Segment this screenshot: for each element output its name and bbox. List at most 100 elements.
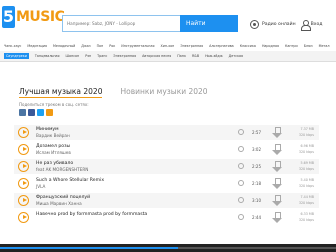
track-size: 5.69 MB xyxy=(300,161,315,165)
track-title[interactable]: Дозамел розы xyxy=(36,144,70,149)
logo-text: MUSIC xyxy=(16,9,65,25)
settings-icon[interactable] xyxy=(238,197,244,203)
track-size: 5.40 MB xyxy=(300,178,315,182)
header: 5 MUSIC Найти Радио онлайн Вход xyxy=(0,0,336,34)
track-duration: 3:02 xyxy=(252,147,261,152)
genre-row-1: Чанк-хаус Медитация Мелодичный Джаз Поп Рок Ин… xyxy=(0,41,336,51)
genre-link[interactable]: Инструментальная xyxy=(121,44,154,48)
track-title[interactable]: Французский поцелуй xyxy=(36,195,90,200)
player-progress-fill xyxy=(0,247,179,249)
track-bitrate: 320 kbps xyxy=(298,218,314,222)
twitter-icon[interactable] xyxy=(37,109,44,116)
play-icon[interactable] xyxy=(18,178,29,189)
logo-digit: 5 xyxy=(2,6,15,28)
genre-link[interactable]: Рэп xyxy=(85,54,91,58)
search-bar xyxy=(62,15,180,32)
track-bitrate: 320 kbps xyxy=(298,133,314,137)
track-row: Навечно prod by formmasta prod by formma… xyxy=(14,210,319,225)
genre-link[interactable]: Мелодичный xyxy=(53,44,75,48)
search-button[interactable]: Найти xyxy=(180,15,238,32)
play-icon[interactable] xyxy=(18,161,29,172)
genre-link[interactable]: Электронная xyxy=(113,54,136,58)
tab-new-music[interactable]: Новинки музыки 2020 xyxy=(120,86,207,98)
settings-icon[interactable] xyxy=(238,163,244,169)
track-artist[interactable]: JVLA xyxy=(36,184,45,189)
track-title[interactable]: Such a Whore Stellular Remix xyxy=(36,178,104,183)
genre-link[interactable]: Медитация xyxy=(27,44,47,48)
track-row: Не раз убивало feat AK MORGENSHTERN 2:25 5.… xyxy=(14,159,319,174)
login-link[interactable]: Вход xyxy=(311,22,323,27)
user-icon[interactable] xyxy=(300,19,311,31)
download-icon[interactable] xyxy=(272,195,282,206)
genre-link[interactable]: Народная xyxy=(262,44,279,48)
genre-link[interactable]: R&B xyxy=(192,54,199,58)
download-icon[interactable] xyxy=(272,178,282,189)
track-artist[interactable]: Миша Марвин Ханна xyxy=(36,201,82,206)
download-icon[interactable] xyxy=(272,161,282,172)
play-icon[interactable] xyxy=(18,212,29,223)
header-links: Радио онлайн Вход xyxy=(250,18,323,31)
track-title[interactable]: Не раз убивало xyxy=(36,161,73,166)
player-progress-bar[interactable] xyxy=(0,247,336,249)
genre-link[interactable]: Альтернатива xyxy=(209,44,234,48)
download-icon[interactable] xyxy=(272,212,282,223)
settings-icon[interactable] xyxy=(238,214,244,220)
track-bitrate: 320 kbps xyxy=(298,150,314,154)
share-label: Поделиться треком в соц. сетях: xyxy=(19,102,89,107)
track-artist[interactable]: feat AK MORGENSHTERN xyxy=(36,167,88,172)
track-bitrate: 320 kbps xyxy=(298,184,314,188)
tab-best-music[interactable]: Лучшая музыка 2020 xyxy=(19,86,103,98)
genre-link[interactable]: Танцевальная xyxy=(35,54,60,58)
genre-link[interactable]: Детская xyxy=(229,54,243,58)
genre-link[interactable]: Кантри xyxy=(285,44,298,48)
radio-online-link[interactable]: Радио онлайн xyxy=(262,22,296,27)
settings-icon[interactable] xyxy=(238,146,244,152)
genre-link[interactable]: Транс xyxy=(97,54,107,58)
track-size: 7.37 MB xyxy=(300,127,315,131)
track-duration: 2:44 xyxy=(252,215,261,220)
track-bitrate: 320 kbps xyxy=(298,167,314,171)
download-icon[interactable] xyxy=(272,127,282,138)
play-icon[interactable] xyxy=(18,195,29,206)
genre-link[interactable]: Саундтреки xyxy=(4,53,29,59)
genre-link[interactable]: Нью-эйдж xyxy=(205,54,223,58)
genre-row-2: Саундтреки Танцевальная Шансон Рэп Транс Элек… xyxy=(0,51,336,61)
settings-icon[interactable] xyxy=(238,129,244,135)
logo[interactable]: 5 MUSIC xyxy=(2,6,65,30)
radio-icon[interactable] xyxy=(250,19,259,29)
facebook-icon[interactable] xyxy=(28,109,35,116)
genre-link[interactable]: Джаз xyxy=(81,44,90,48)
genre-link[interactable]: Рок xyxy=(109,44,115,48)
track-size: 6.33 MB xyxy=(300,212,315,216)
chart-tabs: Лучшая музыка 2020 Новинки музыки 2020 xyxy=(19,86,226,98)
genre-link[interactable]: Классика xyxy=(240,44,256,48)
genre-link[interactable]: Чанк-хаус xyxy=(4,44,21,48)
genre-menu: Чанк-хаус Медитация Мелодичный Джаз Поп Рок Ин… xyxy=(0,40,336,62)
vk-icon[interactable] xyxy=(19,109,26,116)
play-icon[interactable] xyxy=(18,127,29,138)
genre-link[interactable]: Панк xyxy=(177,54,186,58)
track-duration: 2:25 xyxy=(252,164,261,169)
track-row: Минимум Вардик Вейран 2:57 7.37 MB 320 kbps xyxy=(14,125,319,140)
audio-player xyxy=(0,244,336,252)
genre-link[interactable]: Хип-хоп xyxy=(160,44,174,48)
search-input[interactable] xyxy=(62,15,180,32)
track-artist[interactable]: Ислам Итляшев xyxy=(36,150,71,155)
genre-link[interactable]: Блюз xyxy=(304,44,313,48)
genre-link[interactable]: Поп xyxy=(97,44,104,48)
track-duration: 3:10 xyxy=(252,198,261,203)
ok-icon[interactable] xyxy=(46,109,53,116)
track-title[interactable]: Навечно prod by formmasta prod by formma… xyxy=(36,212,147,217)
social-buttons xyxy=(19,109,55,116)
track-title[interactable]: Минимум xyxy=(36,127,59,132)
track-bitrate: 320 kbps xyxy=(298,201,314,205)
play-icon[interactable] xyxy=(18,144,29,155)
genre-link[interactable]: Шансон xyxy=(66,54,80,58)
genre-link[interactable]: Авторская песня xyxy=(142,54,171,58)
genre-link[interactable]: Метал xyxy=(319,44,330,48)
genre-link[interactable]: Электронная xyxy=(180,44,203,48)
settings-icon[interactable] xyxy=(238,180,244,186)
track-artist[interactable]: Вардик Вейран xyxy=(36,133,70,138)
track-row: Дозамел розы Ислам Итляшев 3:02 6.96 MB 320 … xyxy=(14,142,319,157)
download-icon[interactable] xyxy=(272,144,282,155)
